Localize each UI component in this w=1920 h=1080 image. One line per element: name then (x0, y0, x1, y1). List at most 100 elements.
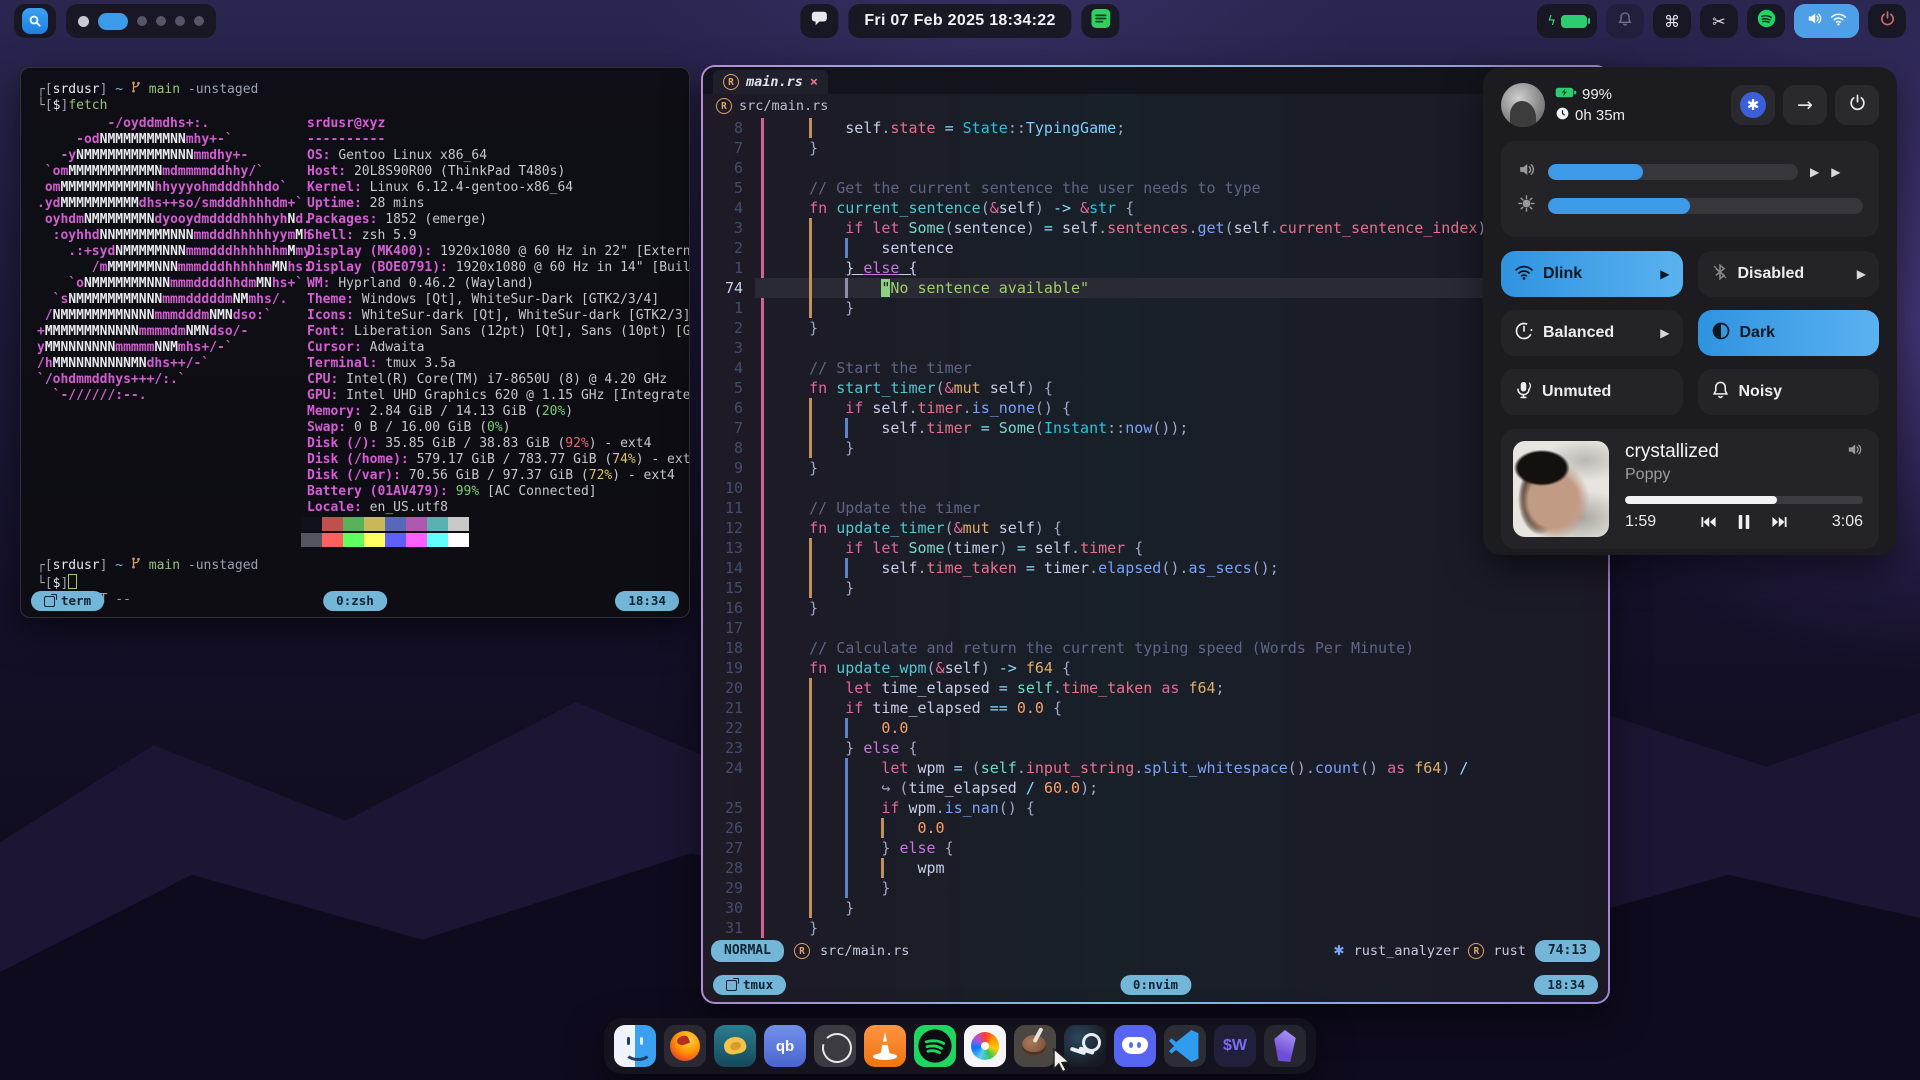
code-text: sentence (773, 238, 954, 258)
code-token (990, 419, 999, 437)
dock-app-discord[interactable] (1114, 1025, 1156, 1067)
nvim-window[interactable]: R main.rs × R src/main.rs 8 self.state =… (703, 67, 1608, 1002)
quick-toggles-grid: Dlink▶ Disabled▶ Balanced▶ Dark Unmuted Noisy (1501, 251, 1879, 415)
code-token: // Calculate and return the current typi… (773, 639, 1414, 657)
fetch-entry: Memory: 2.84 GiB / 14.13 GiB (20%) (307, 404, 690, 420)
workspace-indicator[interactable] (66, 4, 216, 38)
code-token: } (773, 579, 854, 597)
tmux-session-pill[interactable]: tmux (713, 975, 786, 995)
code-token: Instant (1044, 419, 1107, 437)
code-editor-area[interactable]: 8 self.state = State::TypingGame;7 }65 /… (703, 118, 1608, 938)
chevron-right-icon[interactable]: ▶ (1660, 267, 1669, 281)
pause-icon[interactable] (1737, 514, 1751, 530)
tmux-session-pill[interactable]: term (31, 591, 104, 611)
code-token: sentences (1107, 219, 1188, 237)
power-button[interactable] (1835, 85, 1879, 125)
code-token: self (999, 519, 1035, 537)
volume-slider[interactable] (1548, 164, 1798, 180)
dnd-pill[interactable] (1606, 4, 1644, 38)
search-icon[interactable] (22, 8, 48, 34)
terminal-window[interactable]: ┌[srdusr] ~ main -unstaged └[$]fetch -/o… (20, 67, 690, 618)
tmux-window-pill[interactable]: 0:zsh (323, 591, 387, 611)
previous-track-icon[interactable] (1700, 515, 1717, 529)
code-text: 0.0 (773, 818, 945, 838)
dock-app-gimp[interactable] (1014, 1025, 1056, 1067)
fetch-entry: WM: Hyprland 0.46.2 (Wayland) (307, 276, 690, 292)
clock[interactable]: Fri 07 Feb 2025 18:34:22 (848, 4, 1071, 38)
toggle-noisy[interactable]: Noisy (1698, 369, 1880, 415)
code-text: 0.0 (773, 718, 908, 738)
workspace-dot-2[interactable] (98, 13, 128, 30)
output-speaker-icon[interactable] (1846, 441, 1863, 463)
nvim-statusline: NORMAL R src/main.rs ✱ rust_analyzer R r… (703, 938, 1608, 964)
toggle-dlink[interactable]: Dlink▶ (1501, 251, 1683, 297)
code-line-39: 29 } (703, 878, 1608, 898)
toggle-disabled[interactable]: Disabled▶ (1698, 251, 1880, 297)
dock-app-qutebrowser[interactable]: qb (764, 1025, 806, 1067)
volume-device-chevron-icon[interactable]: ▶ (1810, 165, 1819, 179)
line-number: 22 (703, 718, 743, 738)
prompt-line-1: ┌[srdusr] ~ main -unstaged (37, 81, 673, 98)
toggle-dark[interactable]: Dark (1698, 310, 1880, 356)
dock-app-obsidian[interactable] (1264, 1025, 1306, 1067)
code-token: ( (963, 759, 981, 777)
code-token: else (863, 739, 899, 757)
dock-app-streetwriter[interactable]: $W (1214, 1025, 1256, 1067)
code-token: () (1360, 759, 1378, 777)
spotify-icon (1757, 9, 1776, 33)
battery-indicator[interactable]: ϟ (1537, 4, 1597, 38)
code-token: { (1044, 699, 1062, 717)
dock-app-media-swirl[interactable] (814, 1025, 856, 1067)
workspace-dot-4[interactable] (156, 16, 166, 26)
logout-button[interactable]: → (1783, 85, 1827, 125)
code-token: { (899, 739, 917, 757)
code-line-33: 24 let wpm = (self.input_string.split_wh… (703, 758, 1608, 778)
brightness-slider[interactable] (1548, 198, 1863, 214)
track-progress-bar[interactable] (1625, 496, 1863, 504)
code-token (773, 399, 845, 417)
keybinds-pill[interactable]: ⌘ (1653, 4, 1691, 38)
code-token: & (990, 199, 999, 217)
tab-main-rs[interactable]: R main.rs × (713, 70, 828, 94)
notes-pill[interactable] (1082, 4, 1120, 38)
spotify-pill[interactable] (1747, 4, 1785, 38)
line-number: 23 (703, 738, 743, 758)
dock-app-vscode[interactable] (1164, 1025, 1206, 1067)
dock-app-vlc[interactable] (864, 1025, 906, 1067)
screenshot-pill[interactable]: ✂ (1700, 4, 1738, 38)
chevron-right-icon[interactable]: ▶ (1660, 326, 1669, 340)
toggle-unmuted[interactable]: Unmuted (1501, 369, 1683, 415)
workspace-dot-3[interactable] (137, 16, 147, 26)
code-token: self (773, 559, 918, 577)
workspace-dot-1[interactable] (78, 16, 89, 27)
workspace-dot-5[interactable] (175, 16, 185, 26)
avatar[interactable] (1501, 83, 1545, 127)
fetch-entry: Disk (/home): 579.17 GiB / 783.77 GiB (7… (307, 452, 690, 468)
palette-row-1 (301, 517, 673, 532)
code-text: self.state = State::TypingGame; (773, 118, 1125, 138)
toggle-balanced[interactable]: Balanced▶ (1501, 310, 1683, 356)
nvim-tabline: R main.rs × (703, 67, 1608, 94)
sound-network-pill[interactable] (1794, 4, 1859, 38)
code-line-22: 13 if let Some(timer) = self.timer { (703, 538, 1608, 558)
code-token: fn (809, 379, 836, 397)
code-token: as (1152, 679, 1188, 697)
tmux-window-pill[interactable]: 0:nvim (1120, 975, 1191, 995)
line-number: 5 (703, 378, 743, 398)
dock-app-finder[interactable] (614, 1025, 656, 1067)
volume-expand-chevron-icon[interactable]: ▶ (1831, 165, 1840, 179)
dock-app-spotify[interactable] (914, 1025, 956, 1067)
chevron-right-icon[interactable]: ▶ (1857, 267, 1866, 281)
dock-app-firefox[interactable] (664, 1025, 706, 1067)
dock-app-thunderbird[interactable] (714, 1025, 756, 1067)
notifications-pill[interactable] (800, 4, 838, 38)
launcher-pill[interactable] (14, 4, 56, 38)
close-icon[interactable]: × (810, 72, 818, 92)
contrast-icon (1711, 321, 1731, 346)
next-track-icon[interactable] (1771, 515, 1788, 529)
settings-button[interactable]: ✱ (1731, 85, 1775, 125)
workspace-dot-6[interactable] (194, 16, 204, 26)
power-pill[interactable] (1868, 4, 1906, 38)
dock-app-photos[interactable] (964, 1025, 1006, 1067)
track-artist: Poppy (1625, 466, 1719, 484)
